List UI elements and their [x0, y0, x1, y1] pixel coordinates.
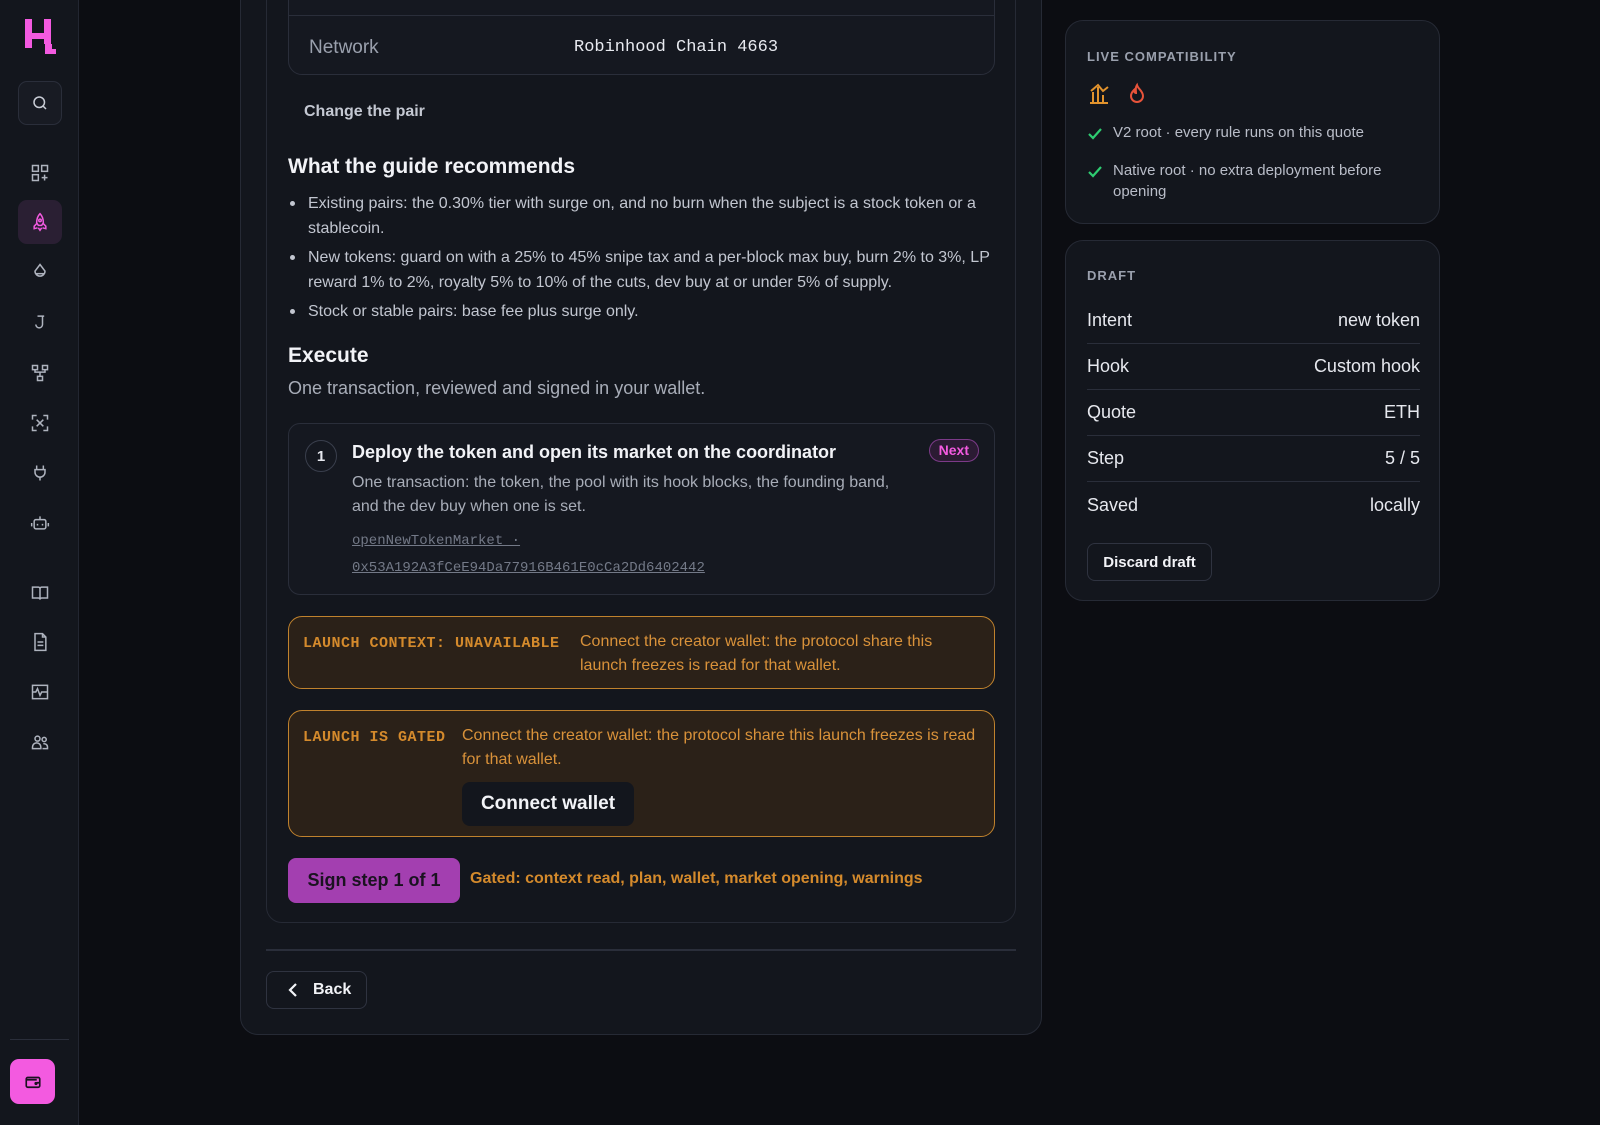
draft-value: locally — [1369, 494, 1420, 515]
chart-bar-icon — [1090, 83, 1109, 104]
warning-text: Connect the creator wallet: the protocol… — [462, 727, 976, 768]
draft-row: Quote ETH — [1087, 390, 1420, 436]
draft-value: new token — [1337, 310, 1420, 330]
change-pair-link[interactable]: Change the pair — [304, 103, 425, 121]
check-icon — [1088, 166, 1102, 178]
flame-icon — [1129, 82, 1145, 103]
users-icon — [31, 735, 49, 750]
draft-key: Hook — [1087, 356, 1130, 376]
nav-scan[interactable] — [18, 401, 62, 445]
contract-link[interactable]: openNewTokenMarket · 0x53A192A3fCeE94Da7… — [352, 528, 772, 582]
warning-launch-context: LAUNCH CONTEXT: UNAVAILABLE Connect the … — [288, 616, 995, 689]
sidebar — [0, 0, 79, 1125]
back-button[interactable]: Back — [266, 971, 367, 1009]
nav-documents[interactable] — [18, 620, 62, 664]
document-icon — [34, 632, 47, 652]
draft-panel: DRAFT Intent new token Hook Custom hook … — [1065, 240, 1440, 601]
draft-row: Saved locally — [1087, 482, 1420, 528]
draft-key: Step — [1087, 448, 1125, 468]
compat-item-text: Native root · no extra deployment before… — [1113, 162, 1382, 200]
draft-key: Intent — [1087, 310, 1133, 330]
draft-row: Step 5 / 5 — [1087, 436, 1420, 482]
dashboard-icon — [31, 164, 49, 182]
draft-value: ETH — [1384, 402, 1420, 422]
nav-users[interactable] — [18, 720, 62, 764]
drop-icon — [34, 263, 46, 277]
sign-step-button[interactable]: Sign step 1 of 1 — [288, 858, 460, 903]
compat-item: Native root · no extra deployment before… — [1087, 160, 1427, 202]
wallet-icon — [24, 1076, 41, 1088]
gated-status: Gated: context read, plan, wallet, marke… — [470, 870, 923, 887]
warning-text: Connect the creator wallet: the protocol… — [580, 633, 933, 674]
warning-tag: LAUNCH CONTEXT: UNAVAILABLE — [303, 635, 560, 652]
sidebar-divider — [10, 1039, 69, 1040]
j-icon — [35, 315, 45, 329]
search-icon — [33, 96, 47, 110]
nav-docs[interactable] — [18, 571, 62, 615]
list-item: Existing pairs: the 0.30% tier with surg… — [288, 191, 998, 241]
nav-network[interactable] — [18, 351, 62, 395]
network-value: Robinhood Chain 4663 — [574, 38, 779, 57]
check-icon — [1088, 128, 1102, 140]
guide-list: Existing pairs: the 0.30% tier with surg… — [288, 191, 998, 328]
compat-item: V2 root · every rule runs on this quote — [1087, 122, 1427, 143]
draft-value: Custom hook — [1313, 356, 1420, 376]
nav-plugins[interactable] — [18, 451, 62, 495]
discard-draft-button[interactable]: Discard draft — [1087, 543, 1212, 581]
scan-icon — [31, 414, 49, 432]
book-icon — [31, 586, 49, 600]
nav-launch[interactable] — [18, 200, 62, 244]
wallet-button[interactable] — [10, 1059, 55, 1104]
list-item: New tokens: guard on with a 25% to 45% s… — [288, 245, 998, 295]
draft-key: Saved — [1087, 494, 1139, 515]
nav-j[interactable] — [18, 300, 62, 344]
step-title: Deploy the token and open its market on … — [352, 442, 837, 462]
table-divider — [289, 15, 994, 16]
nav-liquidity[interactable] — [18, 250, 62, 294]
network-icon — [31, 364, 49, 382]
warning-tag: LAUNCH IS GATED — [303, 729, 446, 746]
draft-row: Intent new token — [1087, 298, 1420, 344]
step-description: One transaction: the token, the pool wit… — [352, 474, 890, 515]
compat-item-text: V2 root · every rule runs on this quote — [1113, 124, 1364, 141]
live-compatibility-panel: LIVE COMPATIBILITY V2 root · every rule … — [1065, 20, 1440, 224]
execute-title: Execute — [288, 344, 369, 367]
execute-subtitle: One transaction, reviewed and signed in … — [288, 378, 706, 398]
step-number: 1 — [305, 440, 337, 472]
nav-bots[interactable] — [18, 501, 62, 545]
nav-dashboard[interactable] — [18, 151, 62, 195]
panel-title: LIVE COMPATIBILITY — [1087, 49, 1237, 64]
robot-icon — [30, 516, 50, 530]
compat-icons — [1087, 82, 1149, 106]
step-card: 1 Deploy the token and open its market o… — [288, 423, 995, 595]
app-logo-icon[interactable] — [22, 16, 58, 56]
draft-key: Quote — [1087, 402, 1137, 422]
list-item: Stock or stable pairs: base fee plus sur… — [288, 299, 998, 324]
rocket-icon — [33, 212, 47, 232]
nav-activity[interactable] — [18, 670, 62, 714]
chevron-left-icon — [288, 983, 297, 997]
plug-icon — [34, 465, 46, 481]
network-label: Network — [309, 37, 379, 58]
activity-icon — [31, 684, 49, 700]
section-divider — [266, 949, 1016, 951]
back-label: Back — [313, 981, 352, 998]
network-table: Network Robinhood Chain 4663 — [288, 0, 995, 75]
panel-title: DRAFT — [1087, 268, 1137, 283]
guide-title: What the guide recommends — [288, 155, 576, 178]
warning-launch-gated: LAUNCH IS GATED Connect the creator wall… — [288, 710, 995, 837]
draft-value: 5 / 5 — [1384, 448, 1420, 468]
draft-row: Hook Custom hook — [1087, 344, 1420, 390]
search-button[interactable] — [18, 81, 62, 125]
connect-wallet-button[interactable]: Connect wallet — [462, 782, 634, 826]
status-badge: Next — [928, 439, 979, 462]
